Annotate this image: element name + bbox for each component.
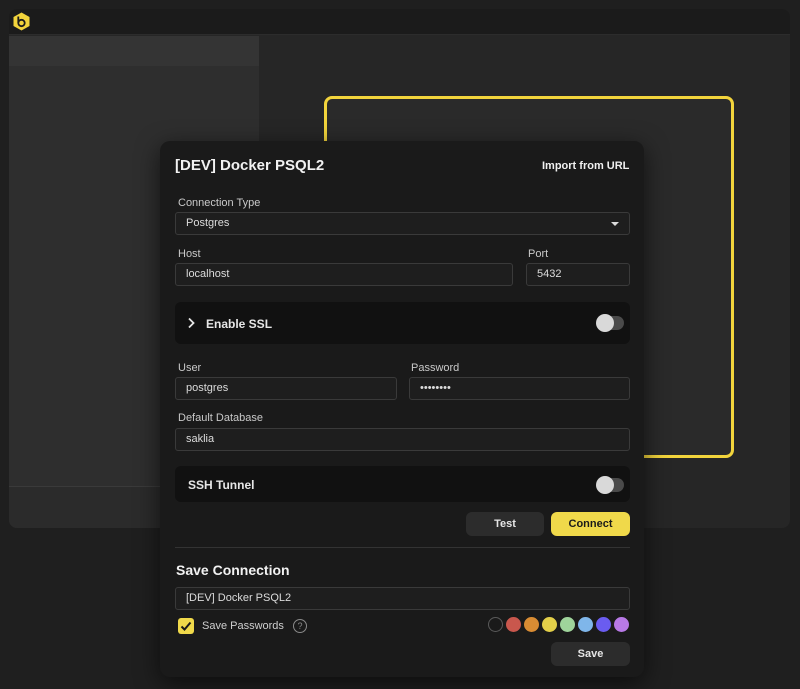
connection-type-value: Postgres <box>186 217 230 229</box>
ssh-tunnel-panel[interactable]: SSH Tunnel <box>175 466 630 502</box>
port-value: 5432 <box>537 268 562 280</box>
connection-type-select[interactable]: Postgres <box>175 212 630 235</box>
divider <box>175 547 630 548</box>
toggle-knob <box>596 476 614 494</box>
connection-type-label: Connection Type <box>178 197 261 209</box>
color-swatch[interactable] <box>542 617 557 632</box>
default-database-label: Default Database <box>178 412 263 424</box>
port-input[interactable]: 5432 <box>526 263 630 286</box>
help-circle-icon[interactable]: ? <box>293 619 307 633</box>
import-from-url-link[interactable]: Import from URL <box>542 160 629 172</box>
check-icon <box>180 621 192 631</box>
user-value: postgres <box>186 382 229 394</box>
ssl-toggle[interactable] <box>596 314 624 332</box>
host-label: Host <box>178 248 201 260</box>
toggle-knob <box>596 314 614 332</box>
color-swatch[interactable] <box>614 617 629 632</box>
color-swatches <box>488 617 633 633</box>
password-label: Password <box>411 362 460 374</box>
chevron-right-icon[interactable] <box>187 317 195 329</box>
connection-name-input[interactable]: [DEV] Docker PSQL2 <box>175 587 630 610</box>
ssh-tunnel-toggle[interactable] <box>596 476 624 494</box>
password-input[interactable]: •••••••• <box>409 377 630 400</box>
color-swatch[interactable] <box>506 617 521 632</box>
save-connection-title: Save Connection <box>176 562 290 578</box>
modal-title: [DEV] Docker PSQL2 <box>175 157 325 174</box>
ssl-label: Enable SSL <box>206 317 273 331</box>
default-database-value: saklia <box>186 433 215 445</box>
color-swatch[interactable] <box>524 617 539 632</box>
host-input[interactable]: localhost <box>175 263 513 286</box>
color-swatch[interactable] <box>596 617 611 632</box>
color-swatch[interactable] <box>578 617 593 632</box>
ssh-tunnel-label: SSH Tunnel <box>188 478 255 492</box>
user-input[interactable]: postgres <box>175 377 397 400</box>
save-passwords-label: Save Passwords <box>202 620 284 632</box>
password-value: •••••••• <box>420 382 451 394</box>
test-button[interactable]: Test <box>466 512 544 536</box>
host-value: localhost <box>186 268 230 280</box>
title-bar <box>9 9 790 35</box>
ssl-panel[interactable]: Enable SSL <box>175 302 630 344</box>
color-swatch[interactable] <box>560 617 575 632</box>
app-logo-icon <box>12 12 31 31</box>
save-passwords-checkbox[interactable] <box>178 618 194 634</box>
save-button[interactable]: Save <box>551 642 630 666</box>
connection-name-value: [DEV] Docker PSQL2 <box>186 592 292 604</box>
sidebar-header <box>9 36 259 66</box>
user-label: User <box>178 362 202 374</box>
default-database-input[interactable]: saklia <box>175 428 630 451</box>
caret-down-icon <box>611 222 619 226</box>
port-label: Port <box>528 248 549 260</box>
connection-modal: [DEV] Docker PSQL2 Import from URL Conne… <box>160 141 644 677</box>
color-swatch[interactable] <box>488 617 503 632</box>
connect-button[interactable]: Connect <box>551 512 630 536</box>
